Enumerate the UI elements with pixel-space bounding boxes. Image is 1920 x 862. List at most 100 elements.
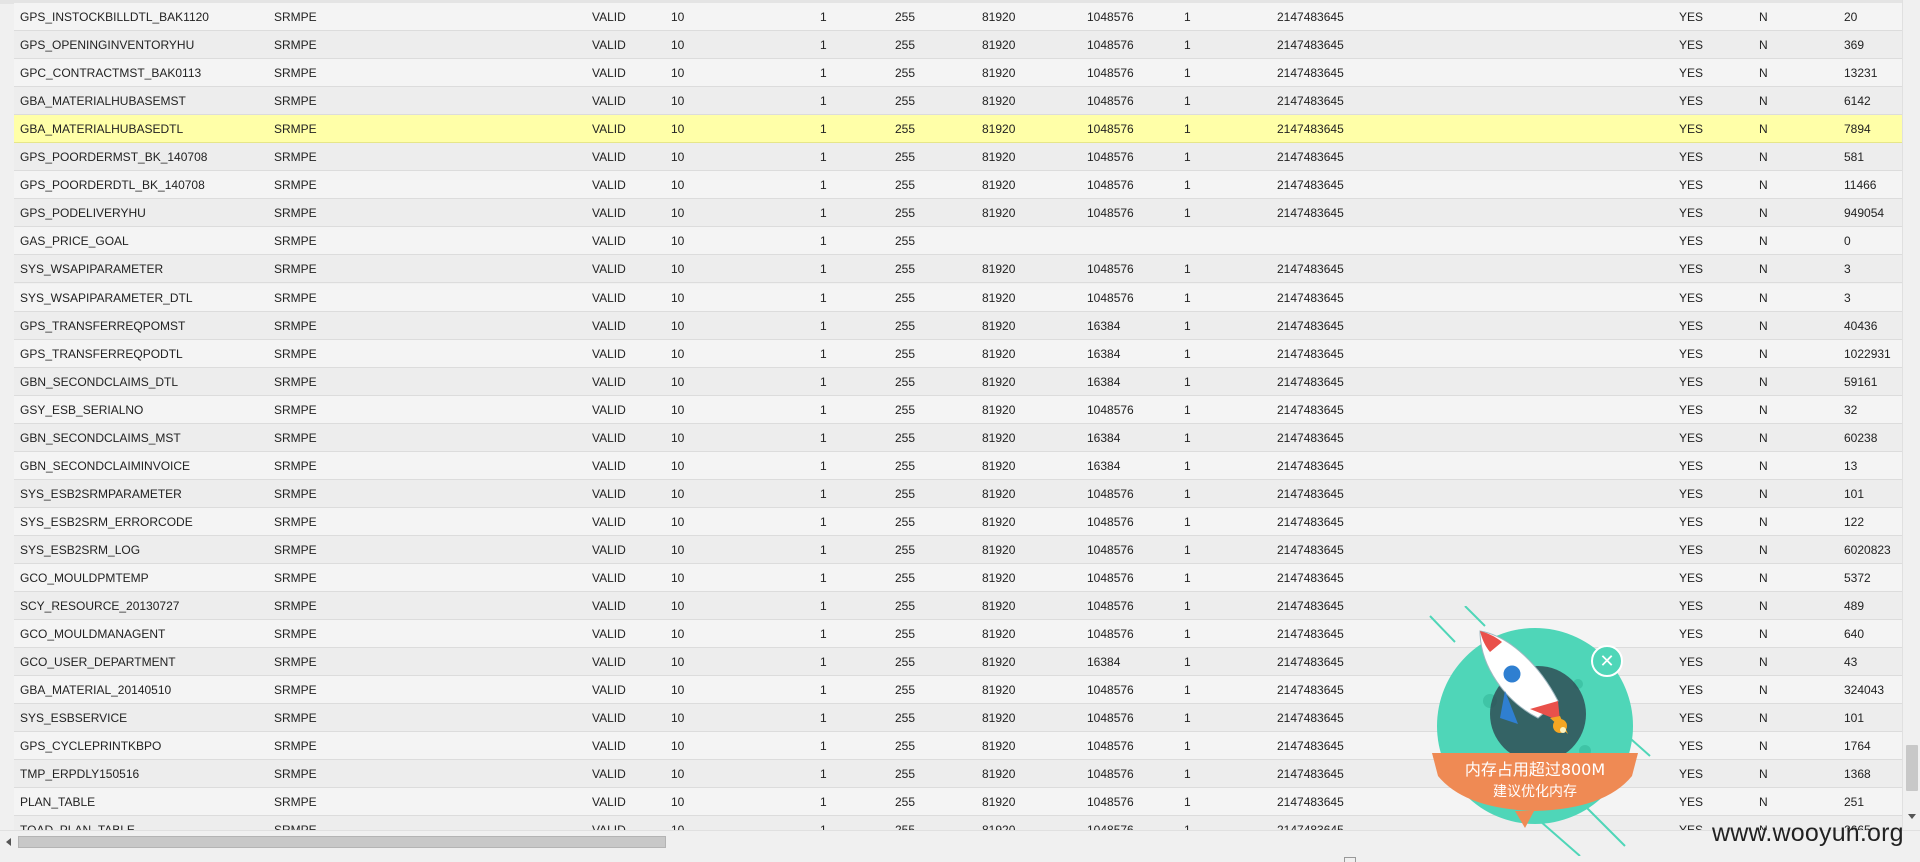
pct-free-cell: 10 (671, 402, 685, 417)
table-row[interactable]: GBN_SECONDCLAIMS_DTL SRMPE VALID 10 1 255 8192… (14, 367, 1902, 396)
next-extent-cell: 1048576 (1087, 571, 1134, 585)
logging-cell: YES (1679, 795, 1704, 810)
horizontal-scroll-thumb[interactable] (18, 836, 666, 848)
num-rows-cell: 40436 (1844, 318, 1878, 333)
max-trans-cell: 255 (895, 346, 916, 361)
owner-cell: SRMPE (274, 402, 317, 417)
table-row[interactable]: GBN_SECONDCLAIMINVOICE SRMPE VALID 10 1 255 81… (14, 451, 1902, 480)
logging-cell: YES (1679, 542, 1704, 557)
next-extent-cell: 1048576 (1087, 150, 1134, 165)
owner-cell: SRMPE (274, 711, 317, 726)
status-cell: VALID (592, 290, 626, 305)
max-trans-cell: 255 (895, 655, 916, 670)
table-row[interactable]: GCO_MOULDPMTEMP SRMPE VALID 10 1 255 81920 1048… (14, 564, 1902, 592)
ini-trans-cell: 1 (820, 571, 827, 585)
owner-cell: SRMPE (274, 122, 317, 137)
min-extents-cell: 1 (1184, 542, 1191, 557)
num-rows-cell: 949054 (1844, 206, 1885, 221)
backed-up-cell: N (1759, 346, 1768, 361)
logging-cell: YES (1679, 683, 1704, 698)
table-row[interactable]: GPS_TRANSFERREQPODTL SRMPE VALID 10 1 255 8192… (14, 339, 1902, 368)
table-row[interactable]: SYS_WSAPIPARAMETER SRMPE VALID 10 1 255 81920 1… (14, 255, 1902, 284)
table-row[interactable]: GPS_OPENINGINVENTORYHU SRMPE VALID 10 1 255 81… (14, 31, 1902, 60)
num-rows-cell: 3 (1844, 290, 1851, 305)
table-row[interactable]: GAS_PRICE_GOAL SRMPE VALID 10 1 255 YES N 0 (14, 227, 1902, 256)
max-trans-cell: 255 (895, 66, 916, 81)
logging-cell: YES (1679, 374, 1704, 389)
next-extent-cell: 1048576 (1087, 206, 1134, 221)
table-name-cell: PLAN_TABLE (20, 795, 96, 810)
table-name-cell: GPS_INSTOCKBILLDTL_BAK1120 (20, 10, 209, 24)
num-rows-cell: 640 (1844, 627, 1865, 642)
logging-cell: YES (1679, 711, 1704, 726)
table-row[interactable]: SYS_ESB2SRM_ERRORCODE SRMPE VALID 10 1 255 819… (14, 507, 1902, 536)
logging-cell: YES (1679, 571, 1704, 585)
initial-extent-cell: 81920 (982, 178, 1016, 193)
initial-extent-cell: 81920 (982, 346, 1016, 361)
max-trans-cell: 255 (895, 178, 916, 193)
min-extents-cell: 1 (1184, 458, 1191, 473)
table-row[interactable]: SYS_ESB2SRMPARAMETER SRMPE VALID 10 1 255 8192… (14, 479, 1902, 508)
ini-trans-cell: 1 (820, 374, 827, 389)
table-row[interactable]: SYS_WSAPIPARAMETER_DTL SRMPE VALID 10 1 255 81… (14, 283, 1902, 312)
owner-cell: SRMPE (274, 94, 317, 109)
num-rows-cell: 13231 (1844, 66, 1878, 81)
backed-up-cell: N (1759, 206, 1768, 221)
ini-trans-cell: 1 (820, 599, 827, 614)
initial-extent-cell: 81920 (982, 599, 1016, 614)
num-rows-cell: 7894 (1844, 122, 1871, 137)
logging-cell: YES (1679, 122, 1704, 137)
table-name-cell: GPS_OPENINGINVENTORYHU (20, 38, 195, 53)
backed-up-cell: N (1759, 122, 1768, 137)
pct-free-cell: 10 (671, 458, 685, 473)
table-name-cell: GPS_TRANSFERREQPOMST (20, 318, 186, 333)
close-button[interactable]: ✕ (1591, 645, 1623, 677)
scroll-left-arrow-icon[interactable] (6, 838, 11, 846)
table-row[interactable]: GPS_POORDERDTL_BK_140708 SRMPE VALID 10 1 255… (14, 171, 1902, 200)
vertical-scroll-thumb[interactable] (1906, 745, 1918, 791)
memory-warning-popup[interactable]: ✕ 内存占用超过800M 建议优化内存 (1410, 605, 1660, 857)
table-name-cell: GBA_MATERIALHUBASEDTL (20, 122, 184, 137)
max-trans-cell: 255 (895, 599, 916, 614)
table-row-selected[interactable]: GBA_MATERIALHUBASEDTL SRMPE VALID 10 1 255 819… (14, 115, 1902, 144)
table-name-cell: GCO_MOULDPMTEMP (20, 571, 149, 585)
table-row[interactable]: GBA_MATERIALHUBASEMST SRMPE VALID 10 1 255 819… (14, 87, 1902, 116)
initial-extent-cell: 81920 (982, 627, 1016, 642)
backed-up-cell: N (1759, 402, 1768, 417)
vertical-scrollbar[interactable] (1902, 0, 1920, 830)
table-row[interactable]: GPS_INSTOCKBILLDTL_BAK1120 SRMPE VALID 10 1 2… (14, 3, 1902, 31)
ini-trans-cell: 1 (820, 514, 827, 529)
logging-cell: YES (1679, 150, 1704, 165)
min-extents-cell: 1 (1184, 262, 1191, 277)
min-extents-cell: 1 (1184, 150, 1191, 165)
backed-up-cell: N (1759, 66, 1768, 81)
max-trans-cell: 255 (895, 739, 916, 754)
backed-up-cell: N (1759, 655, 1768, 670)
initial-extent-cell: 81920 (982, 38, 1016, 53)
logging-cell: YES (1679, 402, 1704, 417)
status-cell: VALID (592, 262, 626, 277)
status-cell: VALID (592, 318, 626, 333)
max-trans-cell: 255 (895, 318, 916, 333)
table-row[interactable]: GPS_TRANSFERREQPOMST SRMPE VALID 10 1 255 8192… (14, 311, 1902, 340)
table-row[interactable]: GSY_ESB_SERIALNO SRMPE VALID 10 1 255 81920 104… (14, 395, 1902, 424)
status-cell: VALID (592, 486, 626, 501)
table-row[interactable]: GBN_SECONDCLAIMS_MST SRMPE VALID 10 1 255 8192… (14, 423, 1902, 452)
initial-extent-cell: 81920 (982, 767, 1016, 782)
pct-free-cell: 10 (671, 38, 685, 53)
close-icon[interactable]: ✕ (1599, 651, 1614, 672)
num-rows-cell: 101 (1844, 486, 1865, 501)
min-extents-cell: 1 (1184, 290, 1191, 305)
table-row[interactable]: GPS_PODELIVERYHU SRMPE VALID 10 1 255 81920 104… (14, 199, 1902, 228)
table-row[interactable]: GPC_CONTRACTMST_BAK0113 SRMPE VALID 10 1 255 8… (14, 59, 1902, 88)
num-rows-cell: 369 (1844, 38, 1865, 53)
next-extent-cell: 16384 (1087, 458, 1121, 473)
table-name-cell: SYS_WSAPIPARAMETER (20, 262, 164, 277)
table-row[interactable]: GPS_POORDERMST_BK_140708 SRMPE VALID 10 1 255… (14, 143, 1902, 172)
min-extents-cell: 1 (1184, 318, 1191, 333)
table-row[interactable]: SYS_ESB2SRM_LOG SRMPE VALID 10 1 255 81920 1048… (14, 535, 1902, 564)
status-cell: VALID (592, 346, 626, 361)
owner-cell: SRMPE (274, 10, 317, 24)
scroll-down-arrow-icon[interactable] (1908, 814, 1916, 819)
pct-free-cell: 10 (671, 739, 685, 754)
